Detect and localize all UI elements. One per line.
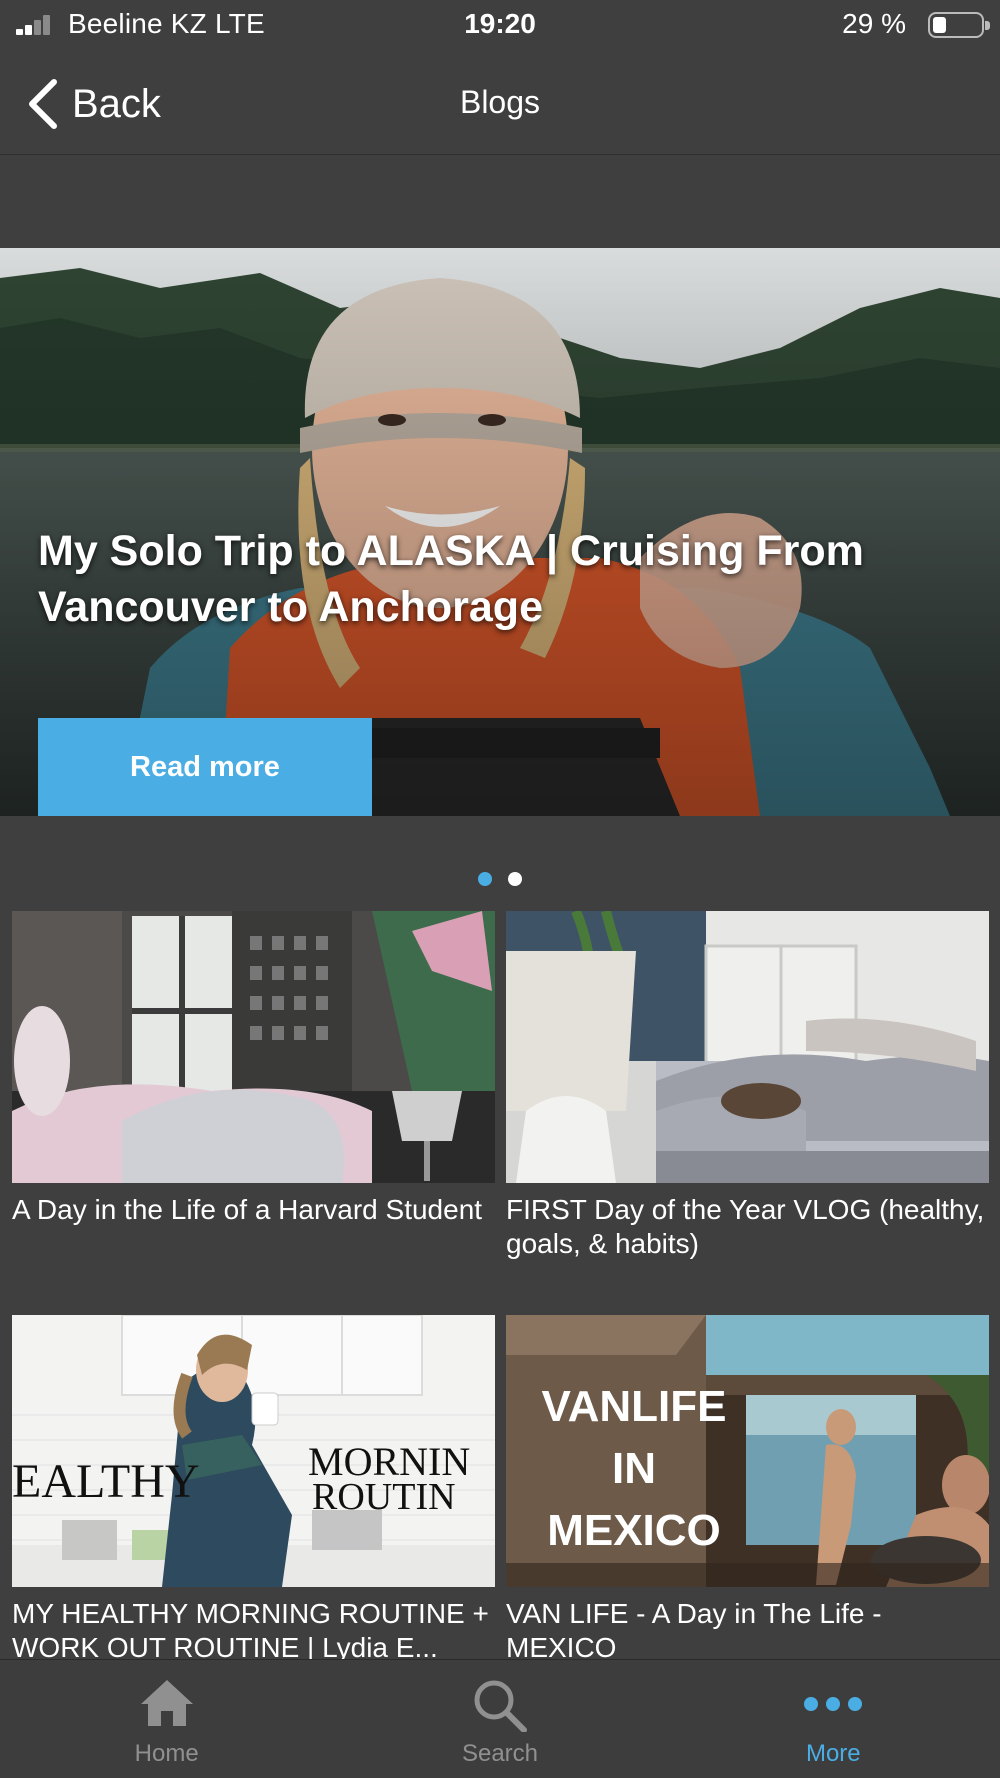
post-thumbnail: VANLIFE IN MEXICO [506, 1315, 989, 1587]
post-thumbnail [506, 911, 989, 1183]
tab-search-label: Search [461, 1740, 539, 1767]
battery-icon [928, 12, 990, 38]
thumbnail-text-vanlife: VANLIFE [542, 1382, 727, 1431]
featured-post-title: My Solo Trip to ALASKA | Cruising From V… [38, 527, 864, 631]
tab-home-label: Home [134, 1740, 199, 1767]
tab-search[interactable]: Search [333, 1660, 666, 1778]
featured-post-carousel[interactable]: My Solo Trip to ALASKA | Cruising From V… [0, 248, 1000, 816]
tab-home[interactable]: Home [0, 1660, 333, 1778]
post-title: A Day in the Life of a Harvard Student [12, 1194, 483, 1225]
more-icon [804, 1697, 863, 1711]
thumbnail-text-routine: ROUTIN [312, 1476, 456, 1518]
thumbnail-text-mexico: MEXICO [547, 1506, 721, 1555]
post-thumbnail: EALTHY MORNIN ROUTIN [12, 1315, 495, 1587]
home-icon [140, 1680, 193, 1726]
post-thumbnail [12, 911, 495, 1183]
content-area: Beeline KZ LTE 19:20 29 % Back Blogs My … [0, 0, 1000, 1659]
status-bar: Beeline KZ LTE 19:20 29 % [0, 0, 1000, 50]
post-title: VAN LIFE - A Day in The Life - MEXICO [506, 1598, 882, 1659]
post-card[interactable]: EALTHY MORNIN ROUTIN MY HEALTHY MORNING … [12, 1315, 495, 1659]
carousel-page-indicator[interactable] [0, 872, 1000, 886]
tab-more[interactable]: More [667, 1660, 1000, 1778]
tab-more-label: More [805, 1740, 861, 1767]
tab-bar: Home Search More [0, 1659, 1000, 1778]
post-card[interactable]: FIRST Day of the Year VLOG (healthy, goa… [506, 911, 989, 1261]
post-card[interactable]: A Day in the Life of a Harvard Student [12, 911, 495, 1227]
thumbnail-text-in: IN [612, 1444, 656, 1493]
thumbnail-text-healthy: EALTHY [12, 1455, 200, 1508]
page-dot-1[interactable] [478, 872, 492, 886]
navigation-bar: Back Blogs [0, 50, 1000, 155]
read-more-button[interactable]: Read more [38, 718, 372, 816]
post-card[interactable]: VANLIFE IN MEXICO VAN LIFE - A Day in Th… [506, 1315, 989, 1659]
battery-percent: 29 % [842, 8, 906, 39]
post-title: MY HEALTHY MORNING ROUTINE + WORK OUT RO… [12, 1598, 489, 1659]
search-icon [474, 1680, 527, 1732]
page-dot-2[interactable] [508, 872, 522, 886]
page-title: Blogs [459, 84, 541, 120]
post-title: FIRST Day of the Year VLOG (healthy, goa… [506, 1194, 985, 1259]
